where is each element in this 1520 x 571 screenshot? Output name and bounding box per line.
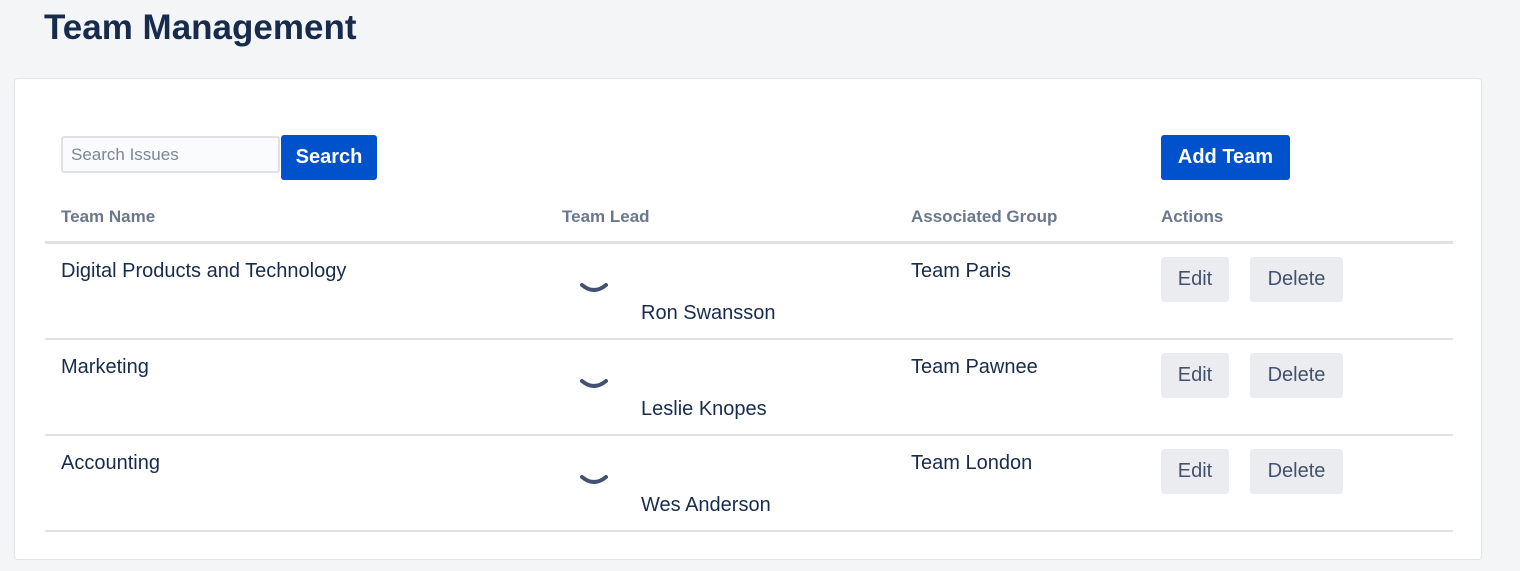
header-associated-group: Associated Group xyxy=(911,207,1058,226)
edit-button[interactable]: Edit xyxy=(1161,449,1229,494)
add-team-button[interactable]: Add Team xyxy=(1161,135,1290,180)
associated-group: Team Paris xyxy=(911,260,1012,282)
header-actions: Actions xyxy=(1161,207,1224,226)
team-name: Digital Products and Technology xyxy=(61,260,347,282)
associated-group: Team Pawnee xyxy=(911,356,1038,378)
team-name: Accounting xyxy=(61,452,160,474)
loading-spinner-icon xyxy=(580,283,608,292)
loading-spinner-icon xyxy=(580,475,608,484)
header-team-name: Team Name xyxy=(61,207,156,226)
search-button[interactable]: Search xyxy=(281,135,377,180)
page-title: Team Management xyxy=(44,8,357,47)
team-lead-name: Wes Anderson xyxy=(641,494,771,516)
delete-button[interactable]: Delete xyxy=(1250,353,1343,398)
team-lead-name: Leslie Knopes xyxy=(641,398,767,420)
edit-button[interactable]: Edit xyxy=(1161,257,1229,302)
associated-group: Team London xyxy=(911,452,1033,474)
teams-table: Team Name Team Lead Associated Group Act… xyxy=(45,197,1453,532)
search-input[interactable] xyxy=(61,136,280,173)
table-row: Accounting Wes Anderson Team London Edit… xyxy=(45,436,1453,532)
loading-spinner-icon xyxy=(580,379,608,388)
edit-button[interactable]: Edit xyxy=(1161,353,1229,398)
team-lead-name: Ron Swansson xyxy=(641,302,776,324)
table-header: Team Name Team Lead Associated Group Act… xyxy=(45,197,1453,244)
header-team-lead: Team Lead xyxy=(562,207,650,226)
delete-button[interactable]: Delete xyxy=(1250,257,1343,302)
team-name: Marketing xyxy=(61,356,149,378)
table-row: Digital Products and Technology Ron Swan… xyxy=(45,244,1453,340)
team-table-card: Search Add Team Team Name Team Lead Asso… xyxy=(14,78,1482,560)
table-row: Marketing Leslie Knopes Team Pawnee Edit… xyxy=(45,340,1453,436)
delete-button[interactable]: Delete xyxy=(1250,449,1343,494)
